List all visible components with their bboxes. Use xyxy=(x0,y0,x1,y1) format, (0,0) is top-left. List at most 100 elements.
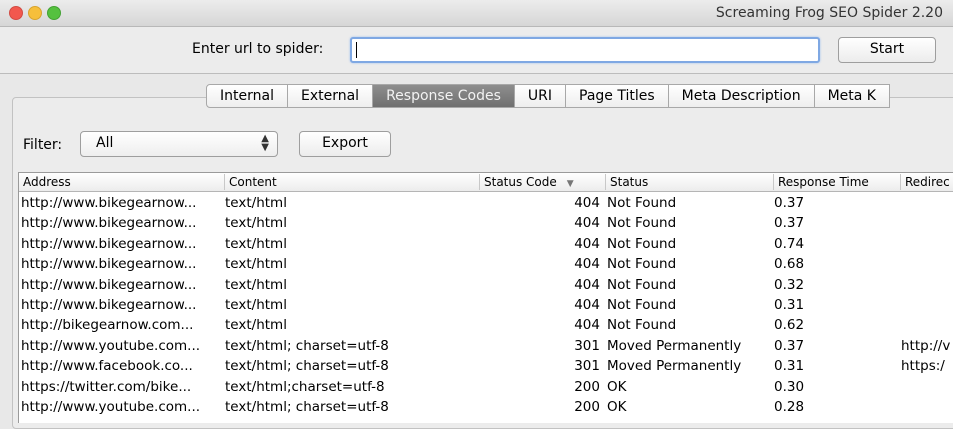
filter-select-value: All xyxy=(96,135,114,151)
cell-code: 404 xyxy=(574,256,600,273)
cell-time: 0.37 xyxy=(774,337,805,354)
cell-address: http://www.bikegearnow... xyxy=(21,195,197,211)
cell-status: Moved Permanently xyxy=(607,358,742,375)
cell-address: http://www.bikegearnow... xyxy=(21,235,197,252)
cell-time: 0.37 xyxy=(774,195,805,211)
title-bar: Screaming Frog SEO Spider 2.20 xyxy=(0,0,953,27)
cell-content: text/html xyxy=(225,195,287,211)
cell-content: text/html xyxy=(225,317,287,334)
cell-content: text/html xyxy=(225,297,287,313)
zoom-window-icon[interactable] xyxy=(47,6,61,20)
table-row[interactable]: http://www.bikegearnow... text/html 404 Not… xyxy=(19,213,953,233)
cell-time: 0.28 xyxy=(774,399,805,415)
start-button[interactable]: Start xyxy=(838,37,936,63)
url-input[interactable] xyxy=(350,37,820,63)
table-row[interactable]: http://www.youtube.com... text/html; char… xyxy=(19,336,953,356)
table-row[interactable]: http://bikegearnow.com... text/html 404 Not… xyxy=(19,315,953,335)
cell-address: http://www.bikegearnow... xyxy=(21,297,197,313)
cell-content: text/html xyxy=(225,256,287,273)
cell-content: text/html xyxy=(225,276,287,293)
column-header-redirect[interactable]: Redirec xyxy=(901,174,953,190)
tab-page-titles[interactable]: Page Titles xyxy=(566,84,669,108)
cell-status: Not Found xyxy=(607,235,677,252)
cell-content: text/html xyxy=(225,215,287,232)
cell-code: 200 xyxy=(574,399,600,415)
cell-address: http://bikegearnow.com... xyxy=(21,317,194,334)
column-header-content[interactable]: Content xyxy=(225,174,480,190)
cell-status: Not Found xyxy=(607,317,677,334)
column-header-status-code[interactable]: Status Code ▼ xyxy=(480,174,606,190)
cell-address: http://www.youtube.com... xyxy=(21,337,201,354)
cell-status: Not Found xyxy=(607,195,677,211)
column-header-status[interactable]: Status xyxy=(606,174,774,190)
cell-content: text/html; charset=utf-8 xyxy=(225,337,389,354)
cell-redirect: https:/ xyxy=(901,358,945,375)
cell-redirect: http://v xyxy=(901,337,951,354)
cell-code: 301 xyxy=(574,358,600,375)
cell-time: 0.30 xyxy=(774,378,805,395)
cell-time: 0.32 xyxy=(774,276,805,293)
results-table: Address Content Status Code ▼ Status Resp… xyxy=(18,172,953,423)
cell-code: 404 xyxy=(574,297,600,313)
column-header-response-time[interactable]: Response Time xyxy=(774,174,901,190)
filter-select[interactable]: All ▲ ▼ xyxy=(80,131,278,157)
minimize-window-icon[interactable] xyxy=(28,6,42,20)
tab-uri[interactable]: URI xyxy=(514,84,566,108)
cell-time: 0.31 xyxy=(774,358,805,375)
cell-code: 404 xyxy=(574,215,600,232)
cell-time: 0.37 xyxy=(774,215,805,232)
cell-code: 404 xyxy=(574,276,600,293)
cell-time: 0.62 xyxy=(774,317,805,334)
cell-content: text/html; charset=utf-8 xyxy=(225,399,389,415)
cell-address: http://www.youtube.com... xyxy=(21,399,201,415)
cell-status: Not Found xyxy=(607,276,677,293)
close-window-icon[interactable] xyxy=(9,6,23,20)
filter-label: Filter: xyxy=(23,137,63,153)
table-row[interactable]: http://www.bikegearnow... text/html 404 Not… xyxy=(19,193,953,213)
sort-descending-icon: ▼ xyxy=(566,179,574,189)
table-row[interactable]: https://twitter.com/bike... text/html;cha… xyxy=(19,377,953,397)
cell-content: text/html xyxy=(225,235,287,252)
cell-code: 200 xyxy=(574,378,600,395)
table-row[interactable]: http://www.bikegearnow... text/html 404 Not… xyxy=(19,275,953,295)
tab-internal[interactable]: Internal xyxy=(206,84,288,108)
cell-status: Not Found xyxy=(607,256,677,273)
export-button[interactable]: Export xyxy=(299,131,391,157)
table-row[interactable]: http://www.bikegearnow... text/html 404 Not… xyxy=(19,234,953,254)
cell-address: http://www.bikegearnow... xyxy=(21,256,197,273)
text-caret xyxy=(356,42,357,58)
table-row[interactable]: http://www.youtube.com... text/html; char… xyxy=(19,397,953,417)
cell-time: 0.68 xyxy=(774,256,805,273)
window-title: Screaming Frog SEO Spider 2.20 xyxy=(715,5,943,21)
table-row[interactable]: http://www.bikegearnow... text/html 404 Not… xyxy=(19,295,953,315)
cell-code: 301 xyxy=(574,337,600,354)
tab-response-codes[interactable]: Response Codes xyxy=(373,84,515,108)
select-arrows-icon: ▲ ▼ xyxy=(261,133,269,153)
cell-status: Not Found xyxy=(607,297,677,313)
cell-address: http://www.bikegearnow... xyxy=(21,215,197,232)
cell-address: http://www.facebook.co... xyxy=(21,358,193,375)
cell-time: 0.31 xyxy=(774,297,805,313)
column-header-address[interactable]: Address xyxy=(19,174,225,190)
tab-external[interactable]: External xyxy=(287,84,374,108)
cell-time: 0.74 xyxy=(774,235,805,252)
cell-status: Moved Permanently xyxy=(607,337,742,354)
cell-address: https://twitter.com/bike... xyxy=(21,378,192,395)
table-row[interactable]: http://www.bikegearnow... text/html 404 Not… xyxy=(19,254,953,274)
cell-content: text/html; charset=utf-8 xyxy=(225,358,389,375)
tab-meta-description[interactable]: Meta Description xyxy=(668,84,815,108)
cell-address: http://www.bikegearnow... xyxy=(21,276,197,293)
cell-code: 404 xyxy=(574,317,600,334)
table-header: Address Content Status Code ▼ Status Resp… xyxy=(19,173,953,192)
url-toolbar: Enter url to spider: Start xyxy=(0,27,953,74)
cell-status: Not Found xyxy=(607,215,677,232)
table-row[interactable]: http://www.facebook.co... text/html; char… xyxy=(19,356,953,376)
tab-bar: Internal External Response Codes URI Pag… xyxy=(206,84,890,108)
cell-status: OK xyxy=(607,399,627,415)
cell-code: 404 xyxy=(574,195,600,211)
tab-meta-keywords[interactable]: Meta K xyxy=(814,84,890,108)
cell-status: OK xyxy=(607,378,627,395)
cell-code: 404 xyxy=(574,235,600,252)
cell-content: text/html;charset=utf-8 xyxy=(225,378,385,395)
url-label: Enter url to spider: xyxy=(192,41,324,57)
